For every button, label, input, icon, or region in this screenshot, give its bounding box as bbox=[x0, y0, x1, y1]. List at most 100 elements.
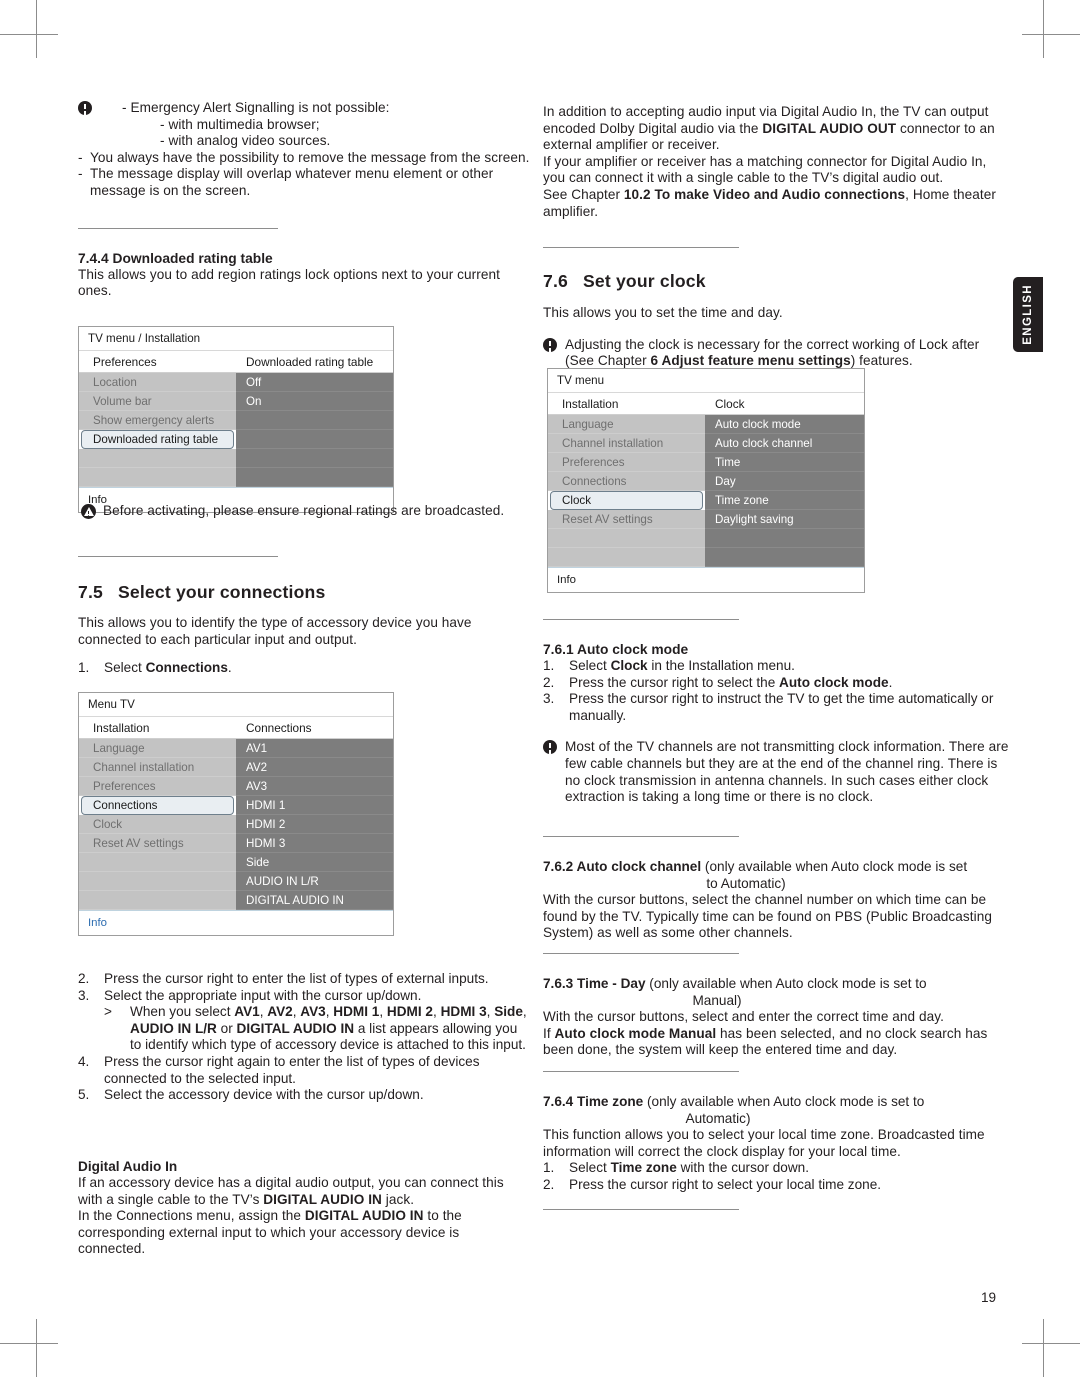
menu-option-off[interactable]: Off bbox=[236, 373, 393, 392]
tv-menu-right-pane: Clock Auto clock mode Auto clock channel… bbox=[705, 393, 864, 567]
tv-menu-info-footer[interactable]: Info bbox=[548, 567, 864, 592]
section-divider bbox=[78, 227, 278, 229]
menu-option-audio-in-lr[interactable]: AUDIO IN L/R bbox=[236, 872, 393, 891]
language-side-tab-label: ENGLISH bbox=[1022, 284, 1034, 345]
tv-menu-title: TV menu / Installation bbox=[79, 327, 393, 351]
intro-p3-b: 10.2 To make Video and Audio connections bbox=[623, 186, 906, 202]
menu-option-av1[interactable]: AV1 bbox=[236, 739, 393, 758]
menu-item-empty bbox=[548, 548, 705, 567]
menu-option-auto-clock-mode[interactable]: Auto clock mode bbox=[705, 415, 864, 434]
step-text: Press the cursor right to enter the list… bbox=[104, 971, 489, 986]
menu-option-daylight-saving[interactable]: Daylight saving bbox=[705, 510, 864, 529]
menu-option-on[interactable]: On bbox=[236, 392, 393, 411]
section-7-6-4-body: This function allows you to select your … bbox=[543, 1127, 985, 1159]
tv-menu-downloaded-rating-table: TV menu / Installation Preferences Locat… bbox=[78, 326, 394, 513]
substep-av3: AV3 bbox=[300, 1004, 326, 1020]
body2-b: Auto clock mode Manual bbox=[554, 1025, 717, 1041]
menu-item-show-emergency-alerts[interactable]: Show emergency alerts bbox=[79, 411, 236, 430]
heading-7-5: 7.5 Select your connections bbox=[78, 581, 530, 603]
warning-triangle-icon bbox=[81, 503, 103, 521]
tv-menu-left-header: Preferences bbox=[79, 351, 236, 373]
step-1-select-connections: 1. Select Connections. bbox=[78, 660, 530, 677]
menu-option-digital-audio-in[interactable]: DIGITAL AUDIO IN bbox=[236, 891, 393, 910]
menu-option-hdmi-2[interactable]: HDMI 2 bbox=[236, 815, 393, 834]
step-number: 4. bbox=[78, 1053, 90, 1069]
menu-option-hdmi-3[interactable]: HDMI 3 bbox=[236, 834, 393, 853]
tv-menu-info-footer[interactable]: Info bbox=[79, 910, 393, 935]
tv-menu-connections: Menu TV Installation Language Channel in… bbox=[78, 692, 394, 936]
menu-item-preferences[interactable]: Preferences bbox=[548, 453, 705, 472]
warning-exclamation-icon bbox=[543, 337, 565, 370]
menu-item-connections[interactable]: Connections bbox=[548, 472, 705, 491]
note-regional-ratings: Before activating, please ensure regiona… bbox=[81, 503, 533, 521]
tv-menu-right-header: Downloaded rating table bbox=[236, 351, 393, 373]
tv-menu-right-header: Connections bbox=[236, 717, 393, 739]
menu-item-reset-av-settings[interactable]: Reset AV settings bbox=[548, 510, 705, 529]
menu-option-hdmi-1[interactable]: HDMI 1 bbox=[236, 796, 393, 815]
note-clock-transmission: Most of the TV channels are not transmit… bbox=[543, 739, 1011, 805]
language-side-tab: ENGLISH bbox=[1013, 277, 1043, 352]
step-text-a: Select bbox=[569, 658, 611, 673]
substep-hdmi3: HDMI 3 bbox=[440, 1004, 487, 1020]
crop-mark-bottom-right-h bbox=[1022, 1343, 1080, 1344]
section-divider bbox=[543, 619, 739, 620]
menu-option-auto-clock-channel[interactable]: Auto clock channel bbox=[705, 434, 864, 453]
step-3: 3. Select the appropriate input with the… bbox=[78, 988, 530, 1005]
substep-side: Side bbox=[494, 1004, 523, 1020]
menu-item-channel-installation[interactable]: Channel installation bbox=[548, 434, 705, 453]
timezone-step-1: 1. Select Time zone with the cursor down… bbox=[543, 1160, 1011, 1177]
menu-item-connections-selected[interactable]: Connections bbox=[81, 796, 234, 815]
section-divider bbox=[543, 953, 739, 954]
menu-item-language[interactable]: Language bbox=[79, 739, 236, 758]
menu-item-volume-bar[interactable]: Volume bar bbox=[79, 392, 236, 411]
section-7-4-4-body: This allows you to add region ratings lo… bbox=[78, 266, 500, 299]
step-4: 4. Press the cursor right again to enter… bbox=[78, 1054, 530, 1087]
menu-option-empty bbox=[705, 529, 864, 548]
heading-7-6-3: 7.6.3 Time - Day (only available when Au… bbox=[543, 975, 1011, 1009]
menu-option-av3[interactable]: AV3 bbox=[236, 777, 393, 796]
menu-option-time-zone[interactable]: Time zone bbox=[705, 491, 864, 510]
note-adjust-clock: Adjusting the clock is necessary for the… bbox=[543, 337, 1011, 370]
warning-exclamation-icon bbox=[543, 739, 565, 805]
section-divider bbox=[543, 1209, 739, 1211]
note-clock-transmission-text: Most of the TV channels are not transmit… bbox=[565, 739, 1009, 805]
note-regional-ratings-text: Before activating, please ensure regiona… bbox=[103, 503, 505, 518]
menu-option-day[interactable]: Day bbox=[705, 472, 864, 491]
note-c: ) features. bbox=[850, 353, 913, 369]
heading-7-6-title: Set your clock bbox=[583, 271, 706, 292]
tv-menu-title: TV menu bbox=[548, 369, 864, 393]
bullet-text: You always have the possibility to remov… bbox=[90, 149, 530, 165]
menu-item-empty bbox=[548, 529, 705, 548]
menu-option-side[interactable]: Side bbox=[236, 853, 393, 872]
substep-input-list: > When you select AV1, AV2, AV3, HDMI 1,… bbox=[104, 1004, 527, 1053]
manual-page: ENGLISH - Emergency Alert Signalling is … bbox=[0, 0, 1080, 1377]
tv-menu-left-header: Installation bbox=[79, 717, 236, 739]
heading-7-6-2: 7.6.2 Auto clock channel (only available… bbox=[543, 858, 1011, 892]
heading-7-6-3-note: (only available when Auto clock mode is … bbox=[645, 976, 927, 991]
menu-option-av2[interactable]: AV2 bbox=[236, 758, 393, 777]
heading-7-6: 7.6 Set your clock bbox=[543, 270, 1011, 292]
menu-item-clock[interactable]: Clock bbox=[79, 815, 236, 834]
menu-item-language[interactable]: Language bbox=[548, 415, 705, 434]
heading-7-6-2-note2: to Automatic) bbox=[706, 876, 786, 891]
step-text-c: . bbox=[888, 674, 893, 690]
menu-item-clock-selected[interactable]: Clock bbox=[550, 491, 703, 510]
menu-option-time[interactable]: Time bbox=[705, 453, 864, 472]
section-divider bbox=[543, 247, 739, 249]
substep-audio-in-lr: AUDIO IN L/R bbox=[130, 1020, 217, 1036]
intro-p1-b: DIGITAL AUDIO OUT bbox=[762, 120, 897, 136]
body2-a: If bbox=[543, 1025, 555, 1041]
step-text: Press the cursor right to instruct the T… bbox=[569, 691, 994, 723]
step-text-c: with the cursor down. bbox=[676, 1160, 810, 1176]
menu-item-preferences[interactable]: Preferences bbox=[79, 777, 236, 796]
crop-mark-top-right-h bbox=[1022, 34, 1080, 35]
heading-7-5-number: 7.5 bbox=[78, 582, 103, 602]
menu-item-downloaded-rating-table-selected[interactable]: Downloaded rating table bbox=[81, 430, 234, 449]
menu-item-location[interactable]: Location bbox=[79, 373, 236, 392]
section-divider bbox=[543, 836, 739, 837]
step-text: Select the accessory device with the cur… bbox=[104, 1087, 424, 1103]
menu-item-channel-installation[interactable]: Channel installation bbox=[79, 758, 236, 777]
digital-audio-in-p2: In the Connections menu, assign the DIGI… bbox=[78, 1208, 530, 1258]
intro-p3-a: See Chapter bbox=[543, 186, 624, 202]
menu-item-reset-av-settings[interactable]: Reset AV settings bbox=[79, 834, 236, 853]
